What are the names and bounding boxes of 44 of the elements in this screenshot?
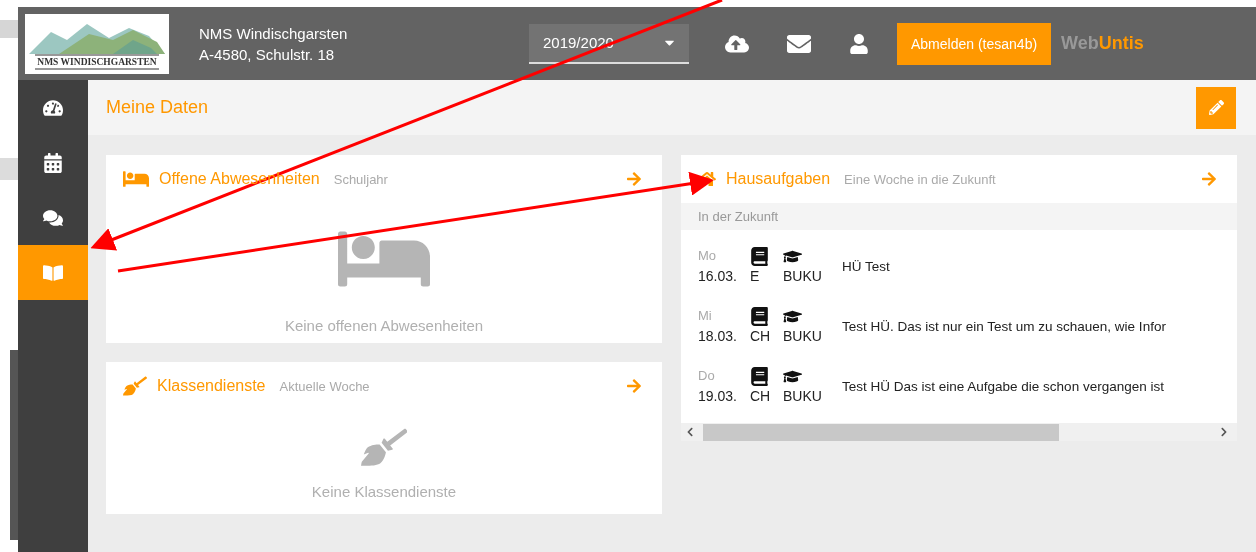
pencil-icon (1208, 100, 1224, 115)
weekday: Mo (698, 247, 718, 265)
user-icon[interactable] (849, 33, 869, 54)
section-header: In der Zukunft (681, 203, 1237, 230)
card-title: Klassendienste (157, 377, 266, 395)
book-icon (750, 366, 769, 386)
date: 19.03. (698, 387, 738, 406)
subject: CH (750, 386, 772, 406)
weekday: Mi (698, 307, 713, 325)
book-icon (750, 306, 769, 326)
empty-message: Keine offenen Abwesenheiten (284, 316, 484, 334)
date: 16.03. (698, 267, 738, 286)
dashboard-icon (43, 97, 63, 118)
empty-message: Keine Klassendienste (311, 482, 457, 500)
homework-text: Test HÜ Das ist eine Aufgabe die schon vergangen ist (842, 378, 1164, 394)
chat-icon (43, 207, 63, 228)
chevron-right-icon[interactable] (1219, 427, 1229, 437)
calendar-icon (43, 152, 63, 173)
book-icon (43, 262, 63, 283)
teacher: BUKU (783, 386, 823, 406)
school-year-select[interactable]: 2019/2020 (529, 23, 689, 64)
subject: CH (750, 326, 772, 346)
school-address: A-4580, Schulstr. 18 (199, 44, 336, 65)
homework-text: HÜ Test (842, 258, 890, 274)
broom-icon (123, 374, 147, 398)
chevron-left-icon[interactable] (685, 427, 695, 437)
background-window-edge (0, 20, 18, 38)
weekday: Do (698, 367, 716, 385)
card-subtitle: Schuljahr (333, 171, 389, 187)
teacher: BUKU (783, 326, 823, 346)
teacher: BUKU (783, 266, 823, 286)
book-icon (750, 246, 769, 266)
date: 18.03. (698, 327, 738, 346)
card-title: Hausaufgaben (726, 170, 831, 188)
card-subtitle: Eine Woche in die Zukunft (844, 171, 997, 187)
card-subtitle: Aktuelle Woche (279, 378, 371, 394)
page-title: Meine Daten (106, 97, 209, 118)
homework-text: Test HÜ. Das ist nur ein Test um zu schauen, wie Infor (842, 318, 1166, 334)
logo-text: NMS WINDISCHGARSTEN (35, 53, 159, 70)
background-window-edge (0, 158, 18, 180)
horizontal-scrollbar[interactable] (681, 423, 1237, 441)
school-name: NMS Windischgarsten (199, 23, 349, 44)
scrollbar-thumb[interactable] (703, 423, 1059, 441)
subject: E (750, 266, 761, 286)
